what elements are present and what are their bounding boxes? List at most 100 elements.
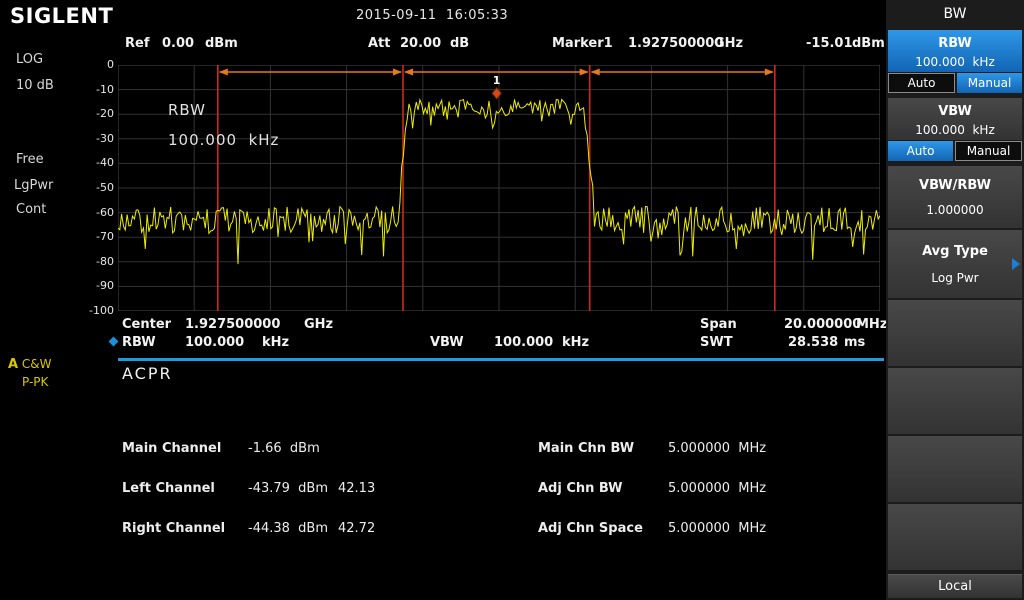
datetime: 2015-09-11 16:05:33 — [356, 8, 508, 23]
acpr-title: ACPR — [122, 364, 173, 383]
rbw-key-value: 100.000 kHz — [888, 55, 1022, 69]
softkey-blank-3 — [888, 436, 1022, 502]
svg-text:1: 1 — [493, 74, 501, 87]
acpr-value: -44.38 dBm — [248, 521, 328, 536]
ratio-key-label: VBW/RBW — [888, 178, 1022, 193]
acpr-rlabel: Adj Chn BW — [538, 481, 622, 496]
rbw-unit: kHz — [262, 335, 289, 350]
softkey-vbw-rbw-ratio[interactable]: VBW/RBW 1.000000 — [888, 166, 1022, 228]
y-tick: -20 — [78, 107, 114, 120]
left-label-free: Free — [16, 152, 44, 167]
acpr-rvalue: 5.000000 MHz — [668, 441, 766, 456]
acpr-label: Right Channel — [122, 521, 225, 536]
avg-key-value: Log Pwr — [888, 271, 1022, 285]
acpr-row-main: Main Channel -1.66 dBm Main Chn BW 5.000… — [0, 441, 900, 459]
acpr-label: Main Channel — [122, 441, 221, 456]
marker-ampl-unit: dBm — [852, 36, 885, 51]
marker-freq-unit: GHz — [714, 36, 743, 51]
rbw-value: 100.000 — [185, 335, 244, 350]
acpr-extra: 42.72 — [338, 521, 375, 536]
marker-ampl: -15.01 — [806, 36, 853, 51]
vbw-unit: kHz — [562, 335, 589, 350]
ref-unit: dBm — [205, 36, 238, 51]
acpr-value: -1.66 dBm — [248, 441, 320, 456]
vbw-auto-button[interactable]: Auto — [888, 141, 953, 161]
rbw-overlay-label: RBW — [168, 101, 206, 119]
left-label-lgpwr: LgPwr — [14, 178, 53, 193]
y-tick: -80 — [78, 255, 114, 268]
left-label-log: LOG — [16, 52, 43, 67]
acpr-rlabel: Adj Chn Space — [538, 521, 643, 536]
span-unit: MHz — [856, 317, 887, 332]
submenu-arrow-icon — [1012, 258, 1020, 270]
y-tick: -90 — [78, 279, 114, 292]
spectrum-trace-canvas: 1 — [118, 65, 880, 311]
instrument-screen: SIGLENT 2015-09-11 16:05:33 LOG 10 dB Fr… — [0, 0, 1024, 600]
brand-logo: SIGLENT — [10, 4, 113, 28]
softkey-blank-2 — [888, 368, 1022, 434]
vbw-value: 100.000 — [494, 335, 553, 350]
y-tick: -60 — [78, 206, 114, 219]
swt-value: 28.538 — [788, 335, 838, 350]
ref-value: 0.00 — [162, 36, 194, 51]
acpr-row-right: Right Channel -44.38 dBm 42.72 Adj Chn S… — [0, 521, 900, 539]
y-tick: -40 — [78, 156, 114, 169]
vbw-key-value: 100.000 kHz — [888, 123, 1022, 137]
spectrum-plot: 1 RBW 100.000 kHz — [118, 65, 880, 311]
rbw-marker-icon — [109, 337, 119, 347]
trace-indicator: A C&W — [8, 357, 52, 372]
acpr-row-left: Left Channel -43.79 dBm 42.13 Adj Chn BW… — [0, 481, 900, 499]
ref-label: Ref — [125, 36, 149, 51]
trace-letter: A — [8, 357, 18, 372]
marker-label: Marker1 — [552, 36, 613, 51]
center-value: 1.927500000 — [185, 317, 280, 332]
acpr-rvalue: 5.000000 MHz — [668, 481, 766, 496]
left-label-cont: Cont — [16, 202, 46, 217]
ratio-key-value: 1.000000 — [888, 203, 1022, 217]
y-tick: -70 — [78, 230, 114, 243]
vbw-key-label: VBW — [888, 104, 1022, 119]
acpr-extra: 42.13 — [338, 481, 375, 496]
avg-key-label: Avg Type — [888, 244, 1022, 259]
y-tick: -100 — [78, 304, 114, 317]
acpr-value: -43.79 dBm — [248, 481, 328, 496]
softkey-vbw[interactable]: VBW 100.000 kHz — [888, 98, 1022, 140]
y-tick: -10 — [78, 83, 114, 96]
swt-unit: ms — [844, 335, 865, 350]
softkey-avg-type[interactable]: Avg Type Log Pwr — [888, 230, 1022, 298]
vbw-auto-manual-toggle: Auto Manual — [888, 141, 1022, 161]
left-label-scale: 10 dB — [16, 78, 54, 93]
vbw-label: VBW — [430, 335, 464, 350]
section-divider — [118, 358, 884, 361]
rbw-auto-manual-toggle: Auto Manual — [888, 73, 1022, 93]
y-tick: -30 — [78, 132, 114, 145]
softkey-rbw[interactable]: RBW 100.000 kHz — [888, 30, 1022, 72]
vbw-manual-button[interactable]: Manual — [955, 141, 1022, 161]
span-label: Span — [700, 317, 737, 332]
rbw-label: RBW — [122, 335, 156, 350]
center-label: Center — [122, 317, 171, 332]
rbw-auto-button[interactable]: Auto — [888, 73, 955, 93]
center-unit: GHz — [304, 317, 333, 332]
softkey-blank-4 — [888, 504, 1022, 570]
y-tick: 0 — [78, 58, 114, 71]
rbw-key-label: RBW — [888, 36, 1022, 51]
span-value: 20.000000 — [784, 317, 861, 332]
softkey-blank-1 — [888, 300, 1022, 366]
acpr-rvalue: 5.000000 MHz — [668, 521, 766, 536]
marker-freq: 1.927500000 — [628, 36, 723, 51]
att-unit: dB — [450, 36, 469, 51]
softkey-menu: BW RBW 100.000 kHz Auto Manual VBW 100.0… — [886, 0, 1024, 600]
menu-title: BW — [886, 6, 1024, 22]
acpr-rlabel: Main Chn BW — [538, 441, 634, 456]
y-tick: -50 — [78, 181, 114, 194]
rbw-overlay-value: 100.000 kHz — [168, 131, 279, 149]
att-value: 20.00 — [400, 36, 441, 51]
trace-mode: C&W — [22, 357, 52, 371]
detector-label: P-PK — [22, 375, 48, 389]
rbw-manual-button[interactable]: Manual — [957, 73, 1022, 93]
att-label: Att — [368, 36, 391, 51]
swt-label: SWT — [700, 335, 733, 350]
local-button[interactable]: Local — [888, 574, 1022, 598]
acpr-label: Left Channel — [122, 481, 215, 496]
